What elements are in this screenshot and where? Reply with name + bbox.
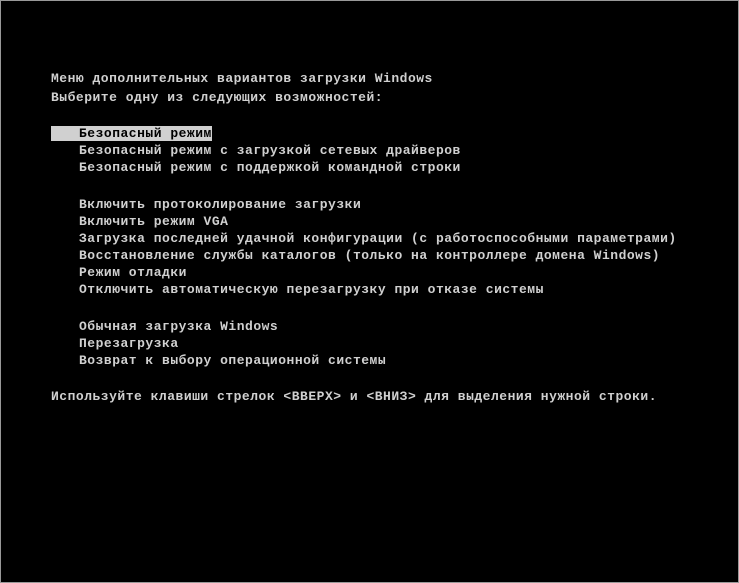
menu-item-safe-mode-network[interactable]: Безопасный режим с загрузкой сетевых дра…: [79, 142, 688, 159]
menu-item-return-os-choices[interactable]: Возврат к выбору операционной системы: [79, 352, 688, 369]
menu-item-start-normally[interactable]: Обычная загрузка Windows: [79, 318, 688, 335]
menu-title: Меню дополнительных вариантов загрузки W…: [51, 71, 688, 86]
menu-item-safe-mode-cmd[interactable]: Безопасный режим с поддержкой командной …: [79, 159, 688, 176]
menu-item-vga-mode[interactable]: Включить режим VGA: [79, 213, 688, 230]
menu-group-normal: Обычная загрузка Windows Перезагрузка Во…: [51, 318, 688, 369]
menu-item-label: Безопасный режим: [79, 126, 212, 141]
menu-item-label: Безопасный режим с загрузкой сетевых дра…: [79, 143, 461, 158]
menu-item-label: Возврат к выбору операционной системы: [79, 353, 386, 368]
menu-item-label: Режим отладки: [79, 265, 187, 280]
menu-item-directory-restore[interactable]: Восстановление службы каталогов (только …: [79, 247, 688, 264]
menu-item-label: Перезагрузка: [79, 336, 179, 351]
menu-subtitle: Выберите одну из следующих возможностей:: [51, 90, 688, 105]
boot-menu-screen: Меню дополнительных вариантов загрузки W…: [1, 1, 738, 404]
menu-item-safe-mode[interactable]: Безопасный режим: [51, 125, 688, 142]
menu-item-label: Безопасный режим с поддержкой командной …: [79, 160, 461, 175]
menu-item-label: Восстановление службы каталогов (только …: [79, 248, 660, 263]
menu-item-label: Включить протоколирование загрузки: [79, 197, 361, 212]
menu-item-reboot[interactable]: Перезагрузка: [79, 335, 688, 352]
navigation-hint: Используйте клавиши стрелок <ВВЕРХ> и <В…: [51, 389, 688, 404]
menu-item-label: Обычная загрузка Windows: [79, 319, 278, 334]
menu-item-disable-auto-restart[interactable]: Отключить автоматическую перезагрузку пр…: [79, 281, 688, 298]
menu-item-label: Отключить автоматическую перезагрузку пр…: [79, 282, 544, 297]
menu-group-safe-mode: Безопасный режим Безопасный режим с загр…: [51, 125, 688, 176]
menu-item-debug-mode[interactable]: Режим отладки: [79, 264, 688, 281]
menu-group-advanced: Включить протоколирование загрузки Включ…: [51, 196, 688, 298]
menu-item-label: Включить режим VGA: [79, 214, 228, 229]
boot-options-menu: Безопасный режим Безопасный режим с загр…: [51, 125, 688, 369]
menu-item-last-known-good[interactable]: Загрузка последней удачной конфигурации …: [79, 230, 688, 247]
menu-item-label: Загрузка последней удачной конфигурации …: [79, 231, 677, 246]
menu-item-boot-logging[interactable]: Включить протоколирование загрузки: [79, 196, 688, 213]
